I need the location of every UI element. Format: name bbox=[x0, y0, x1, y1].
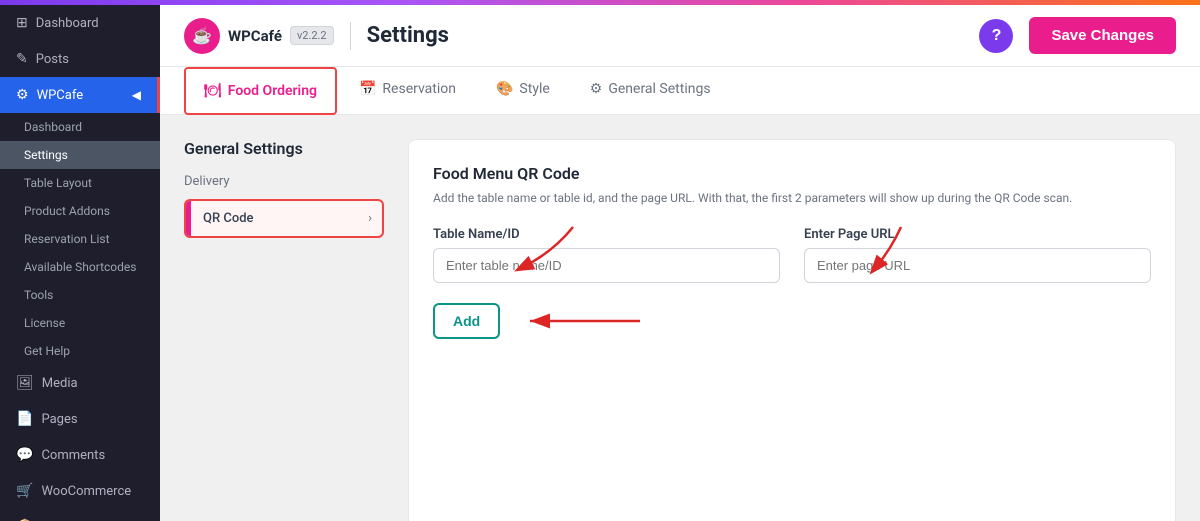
sidebar-item-products[interactable]: 📦 Products bbox=[0, 509, 160, 521]
sidebar-item-dashboard[interactable]: ⊞ Dashboard bbox=[0, 5, 160, 41]
main-content: ☕ WPCafé v2.2.2 Settings ? Save Changes … bbox=[160, 5, 1200, 521]
add-button-arrow-annotation bbox=[520, 303, 650, 339]
general-settings-icon: ⚙ bbox=[590, 81, 603, 97]
sidebar-item-posts[interactable]: ✎ Posts bbox=[0, 41, 160, 77]
version-badge: v2.2.2 bbox=[290, 26, 334, 45]
add-button-row: Add bbox=[433, 303, 1151, 339]
sidebar-sub-shortcodes[interactable]: Available Shortcodes bbox=[0, 253, 160, 281]
sidebar-sub-settings[interactable]: Settings bbox=[0, 141, 160, 169]
reservation-icon: 📅 bbox=[359, 81, 376, 97]
page-url-label: Enter Page URL bbox=[804, 227, 1151, 242]
pages-icon: 📄 bbox=[16, 411, 33, 427]
header-divider bbox=[350, 22, 351, 50]
comments-icon: 💬 bbox=[16, 447, 33, 463]
sidebar-sub-product-addons[interactable]: Product Addons bbox=[0, 197, 160, 225]
logo-area: ☕ WPCafé v2.2.2 bbox=[184, 18, 334, 54]
qr-code-title: Food Menu QR Code bbox=[433, 164, 1151, 183]
tab-reservation[interactable]: 📅 Reservation bbox=[341, 67, 474, 114]
qr-code-label: QR Code bbox=[191, 201, 358, 236]
logo-name: WPCafé bbox=[228, 27, 282, 45]
sidebar-item-media[interactable]: 🖼 Media bbox=[0, 365, 160, 401]
header: ☕ WPCafé v2.2.2 Settings ? Save Changes bbox=[160, 5, 1200, 67]
dashboard-icon: ⊞ bbox=[16, 15, 28, 31]
delivery-label: Delivery bbox=[184, 174, 384, 189]
sidebar: ⊞ Dashboard ✎ Posts ⚙ WPCafe ◀ Dashboard… bbox=[0, 5, 160, 521]
wpcafe-icon: ⚙ bbox=[16, 87, 29, 103]
sidebar-item-pages[interactable]: 📄 Pages bbox=[0, 401, 160, 437]
sidebar-sub-tools[interactable]: Tools bbox=[0, 281, 160, 309]
style-icon: 🎨 bbox=[496, 81, 513, 97]
input-row: Table Name/ID Enter Page URL bbox=[433, 227, 1151, 283]
header-save-button[interactable]: Save Changes bbox=[1029, 17, 1176, 54]
page-url-group: Enter Page URL bbox=[804, 227, 1151, 283]
add-button[interactable]: Add bbox=[433, 303, 500, 339]
food-ordering-icon: 🍽 bbox=[204, 83, 222, 99]
media-icon: 🖼 bbox=[16, 375, 34, 391]
content-area: 🍽 Food Ordering 📅 Reservation 🎨 Style ⚙ … bbox=[160, 67, 1200, 521]
qr-code-desc: Add the table name or table id, and the … bbox=[433, 189, 1151, 207]
right-panel: Food Menu QR Code Add the table name or … bbox=[408, 139, 1176, 521]
page-url-input[interactable] bbox=[804, 248, 1151, 283]
sidebar-sub-table-layout[interactable]: Table Layout bbox=[0, 169, 160, 197]
qr-code-menu-item[interactable]: QR Code › bbox=[184, 199, 384, 238]
sidebar-item-wpcafe[interactable]: ⚙ WPCafe ◀ bbox=[0, 77, 160, 113]
left-panel: General Settings Delivery QR Code › bbox=[184, 139, 384, 521]
settings-body: General Settings Delivery QR Code › Food… bbox=[160, 115, 1200, 521]
table-name-group: Table Name/ID bbox=[433, 227, 780, 283]
sidebar-item-woocommerce[interactable]: 🛒 WooCommerce bbox=[0, 473, 160, 509]
qr-code-chevron-icon: › bbox=[358, 201, 382, 236]
table-name-input[interactable] bbox=[433, 248, 780, 283]
tab-food-ordering[interactable]: 🍽 Food Ordering bbox=[184, 67, 337, 115]
sidebar-item-comments[interactable]: 💬 Comments bbox=[0, 437, 160, 473]
sidebar-sub-license[interactable]: License bbox=[0, 309, 160, 337]
page-title: Settings bbox=[367, 23, 449, 48]
sidebar-sub-get-help[interactable]: Get Help bbox=[0, 337, 160, 365]
sidebar-sub-dashboard[interactable]: Dashboard bbox=[0, 113, 160, 141]
sidebar-sub-reservation-list[interactable]: Reservation List bbox=[0, 225, 160, 253]
woocommerce-icon: 🛒 bbox=[16, 483, 33, 499]
tab-general-settings[interactable]: ⚙ General Settings bbox=[572, 67, 729, 114]
help-button[interactable]: ? bbox=[979, 19, 1013, 53]
input-section: Table Name/ID Enter Page URL bbox=[433, 227, 1151, 283]
wpcafe-chevron-icon: ◀ bbox=[132, 88, 141, 102]
table-name-label: Table Name/ID bbox=[433, 227, 780, 242]
wpcafe-logo-icon: ☕ bbox=[184, 18, 220, 54]
left-panel-title: General Settings bbox=[184, 139, 384, 158]
tabs-bar: 🍽 Food Ordering 📅 Reservation 🎨 Style ⚙ … bbox=[160, 67, 1200, 115]
posts-icon: ✎ bbox=[16, 51, 28, 67]
tab-style[interactable]: 🎨 Style bbox=[478, 67, 568, 114]
